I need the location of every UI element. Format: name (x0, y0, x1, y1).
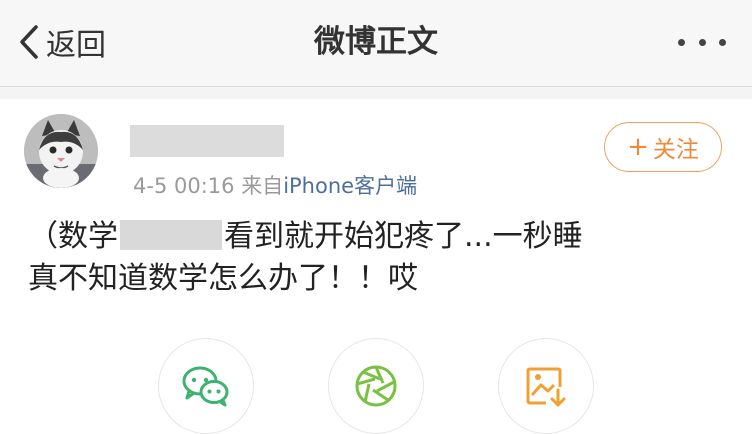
source-prefix: 来自 (241, 174, 284, 198)
chevron-left-icon (20, 25, 38, 59)
post-source[interactable]: iPhone客户端 (283, 174, 417, 198)
save-image-button[interactable] (498, 338, 594, 434)
cat-avatar-icon (24, 114, 98, 188)
wechat-icon (182, 366, 229, 407)
avatar[interactable] (24, 114, 98, 188)
post-meta: 4-5 00:16 来自iPhone客户端 (133, 170, 417, 200)
post-text-segment: 看到就开始犯疼了...一秒睡 (224, 219, 583, 254)
post-time: 4-5 00:16 (133, 174, 235, 198)
follow-label: 关注 (652, 137, 699, 163)
dot (698, 38, 706, 46)
back-button[interactable]: 返回 (18, 20, 106, 64)
follow-button[interactable]: + 关注 (604, 122, 722, 172)
save-image-icon (526, 367, 566, 407)
more-dots-icon[interactable] (678, 34, 726, 50)
back-label: 返回 (46, 28, 106, 63)
post-text: （数学 看到就开始犯疼了...一秒睡 真不知道数学怎么办了！！哎 (28, 216, 728, 300)
dot (678, 38, 685, 46)
dot (719, 38, 726, 46)
redacted-block (120, 220, 222, 250)
page-title: 微博正文 (314, 24, 438, 60)
navigation-bar: 返回 微博正文 (0, 0, 752, 87)
post-line-2: 真不知道数学怎么办了！！哎 (28, 261, 418, 296)
share-moments-button[interactable] (328, 338, 424, 434)
moments-aperture-icon (355, 365, 397, 407)
section-divider (0, 87, 752, 99)
post-text-segment: （数学 (28, 219, 118, 254)
post-line-1: （数学 看到就开始犯疼了...一秒睡 (28, 216, 728, 258)
share-wechat-button[interactable] (158, 338, 254, 434)
username-redacted (130, 125, 284, 157)
plus-icon: + (627, 132, 649, 162)
